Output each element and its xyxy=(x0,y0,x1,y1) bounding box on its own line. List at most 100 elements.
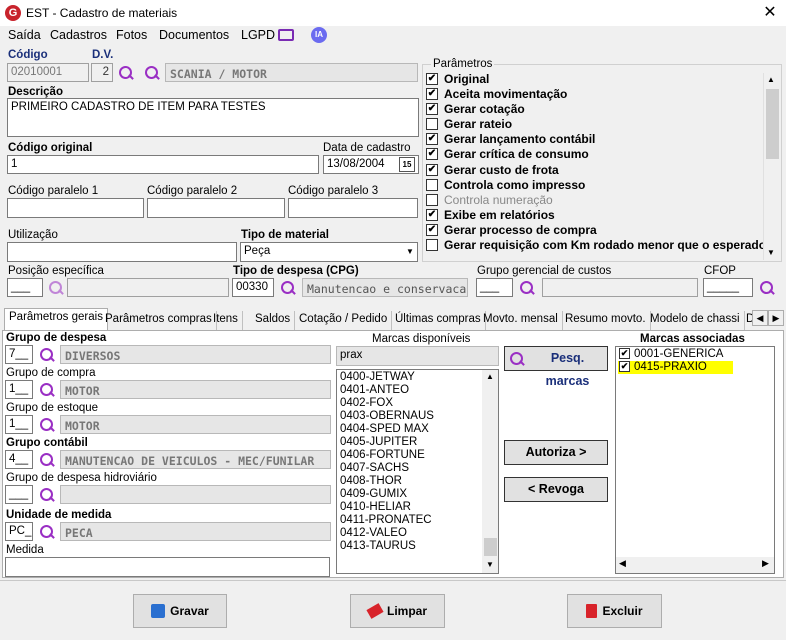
excluir-button[interactable]: Excluir xyxy=(567,594,662,628)
ia-icon[interactable]: IA xyxy=(311,27,327,43)
cod-paralelo1-field[interactable] xyxy=(7,198,144,218)
search-icon[interactable] xyxy=(118,65,134,81)
scroll-thumb[interactable] xyxy=(766,89,779,159)
parametro-item[interactable]: Gerar requisição com Km rodado menor que… xyxy=(424,238,764,253)
parametro-checkbox[interactable] xyxy=(426,239,438,252)
parametro-checkbox[interactable]: ✔ xyxy=(426,88,438,101)
tab-saldos[interactable]: Saldos xyxy=(251,311,296,330)
scroll-up-icon[interactable]: ▲ xyxy=(486,372,494,381)
codigo-field[interactable]: 02010001 xyxy=(7,63,89,82)
dv-field[interactable]: 2 xyxy=(91,63,113,82)
search-icon[interactable] xyxy=(519,280,535,296)
scroll-up-icon[interactable]: ▲ xyxy=(767,75,775,84)
grupo-gerencial-field[interactable]: ___ xyxy=(476,278,513,297)
menu-fotos[interactable]: Fotos xyxy=(116,28,147,42)
posicao-field[interactable]: ___ xyxy=(7,278,43,297)
utilizacao-field[interactable] xyxy=(7,242,237,262)
parametro-checkbox[interactable] xyxy=(426,118,438,131)
menu-cadastros[interactable]: Cadastros xyxy=(50,28,107,42)
marca-associada-checkbox[interactable]: ✔ xyxy=(619,348,630,359)
tab-cotacao-pedido[interactable]: Cotação / Pedido xyxy=(295,311,393,330)
marca-disponivel-item[interactable]: 0406-FORTUNE xyxy=(337,449,482,462)
cod-paralelo3-field[interactable] xyxy=(288,198,418,218)
search-icon[interactable] xyxy=(39,347,55,363)
revoga-button[interactable]: < Revoga xyxy=(504,477,608,502)
marca-disponivel-item[interactable]: 0410-HELIAR xyxy=(337,501,482,514)
marcas-disponiveis-list[interactable]: 0400-JETWAY 0401-ANTEO 0402-FOX 0403-OBERNA… xyxy=(336,369,499,574)
monitor-icon[interactable] xyxy=(278,29,294,41)
marca-associada-item[interactable]: ✔ 0415-PRAXIO xyxy=(618,361,733,374)
close-icon[interactable]: ✕ xyxy=(760,3,780,23)
marca-associada-item[interactable]: ✔ 0001-GENERICA xyxy=(618,348,733,361)
tab-parametros-compras[interactable]: Parâmetros compras xyxy=(101,311,217,330)
marca-disponivel-item[interactable]: 0412-VALEO xyxy=(337,527,482,540)
parametro-item[interactable]: ✔ Gerar lançamento contábil xyxy=(424,132,764,147)
parametro-checkbox[interactable]: ✔ xyxy=(426,133,438,146)
marca-disponivel-item[interactable]: 0400-JETWAY xyxy=(337,371,482,384)
search-icon[interactable] xyxy=(39,487,55,503)
search-icon[interactable] xyxy=(144,65,160,81)
marcas-associadas-hscrollbar[interactable]: ◀ ▶ xyxy=(616,557,774,573)
autoriza-button[interactable]: Autoriza > xyxy=(504,440,608,465)
cod-paralelo2-field[interactable] xyxy=(147,198,285,218)
parametro-item[interactable]: ✔ Gerar custo de frota xyxy=(424,163,764,178)
menu-documentos[interactable]: Documentos xyxy=(159,28,229,42)
menu-saida[interactable]: Saída xyxy=(8,28,41,42)
tipo-despesa-code[interactable]: 00330 xyxy=(232,278,274,297)
marca-disponivel-item[interactable]: 0407-SACHS xyxy=(337,462,482,475)
parametro-checkbox[interactable]: ✔ xyxy=(426,163,438,176)
search-icon[interactable] xyxy=(39,417,55,433)
parametro-checkbox[interactable]: ✔ xyxy=(426,223,438,236)
pesq-marcas-button[interactable]: Pesq. marcas xyxy=(504,346,608,388)
parametro-checkbox[interactable]: ✔ xyxy=(426,208,438,221)
marcas-disponiveis-scrollbar[interactable]: ▲ ▼ xyxy=(482,370,498,573)
unidade-code[interactable]: PC_ xyxy=(5,522,33,541)
parametro-item[interactable]: ✔ Exibe em relatórios xyxy=(424,208,764,223)
medida-field[interactable] xyxy=(5,557,330,577)
marca-disponivel-item[interactable]: 0404-SPED MAX xyxy=(337,423,482,436)
marca-disponivel-item[interactable]: 0401-ANTEO xyxy=(337,384,482,397)
parametro-item[interactable]: Gerar rateio xyxy=(424,117,764,132)
search-icon[interactable] xyxy=(759,280,775,296)
grupo-despesa-code[interactable]: 7__ xyxy=(5,345,33,364)
marcas-filter-input[interactable]: prax xyxy=(336,346,499,366)
chevron-down-icon[interactable]: ▼ xyxy=(403,244,417,260)
marca-disponivel-item[interactable]: 0409-GUMIX xyxy=(337,488,482,501)
parametro-item[interactable]: Controla como impresso xyxy=(424,178,764,193)
search-icon[interactable] xyxy=(280,280,296,296)
tipo-material-select[interactable]: Peça xyxy=(240,242,418,262)
parametro-checkbox[interactable]: ✔ xyxy=(426,73,438,85)
tab-itens[interactable]: Itens xyxy=(209,311,243,330)
scroll-down-icon[interactable]: ▼ xyxy=(767,248,775,257)
parametro-item[interactable]: ✔ Gerar crítica de consumo xyxy=(424,147,764,162)
scroll-right-icon[interactable]: ▶ xyxy=(762,558,769,569)
grupo-estoque-code[interactable]: 1__ xyxy=(5,415,33,434)
parametros-scrollbar[interactable]: ▲ ▼ xyxy=(763,73,780,260)
tab-modelo-chassi[interactable]: Modelo de chassi xyxy=(646,311,745,330)
gravar-button[interactable]: Gravar xyxy=(133,594,227,628)
tab-movto-mensal[interactable]: Movto. mensal xyxy=(479,311,563,330)
marca-disponivel-item[interactable]: 0413-TAURUS xyxy=(337,540,482,553)
search-icon[interactable] xyxy=(39,452,55,468)
marca-disponivel-item[interactable]: 0408-THOR xyxy=(337,475,482,488)
grupo-hidroviario-code[interactable]: ___ xyxy=(5,485,33,504)
parametro-item[interactable]: ✔ Original xyxy=(424,72,764,87)
search-icon[interactable] xyxy=(48,280,64,296)
menu-lgpd[interactable]: LGPD xyxy=(241,28,275,42)
tab-prev-icon[interactable]: ◀ xyxy=(752,310,768,326)
limpar-button[interactable]: Limpar xyxy=(350,594,445,628)
marca-disponivel-item[interactable]: 0403-OBERNAUS xyxy=(337,410,482,423)
grupo-contabil-code[interactable]: 4__ xyxy=(5,450,33,469)
marca-disponivel-item[interactable]: 0405-JUPITER xyxy=(337,436,482,449)
cfop-field[interactable]: _____ xyxy=(703,278,753,297)
calendar-icon[interactable]: 15 xyxy=(399,157,415,172)
tab-resumo-movto[interactable]: Resumo movto. xyxy=(561,311,651,330)
search-icon[interactable] xyxy=(39,524,55,540)
marca-disponivel-item[interactable]: 0411-PRONATEC xyxy=(337,514,482,527)
parametro-checkbox[interactable] xyxy=(426,193,438,206)
scroll-thumb[interactable] xyxy=(484,538,497,556)
tab-next-icon[interactable]: ▶ xyxy=(768,310,784,326)
marcas-associadas-list[interactable]: ✔ 0001-GENERICA ✔ 0415-PRAXIO ◀ ▶ xyxy=(615,346,775,574)
scroll-left-icon[interactable]: ◀ xyxy=(619,558,626,569)
parametro-checkbox[interactable]: ✔ xyxy=(426,148,438,161)
